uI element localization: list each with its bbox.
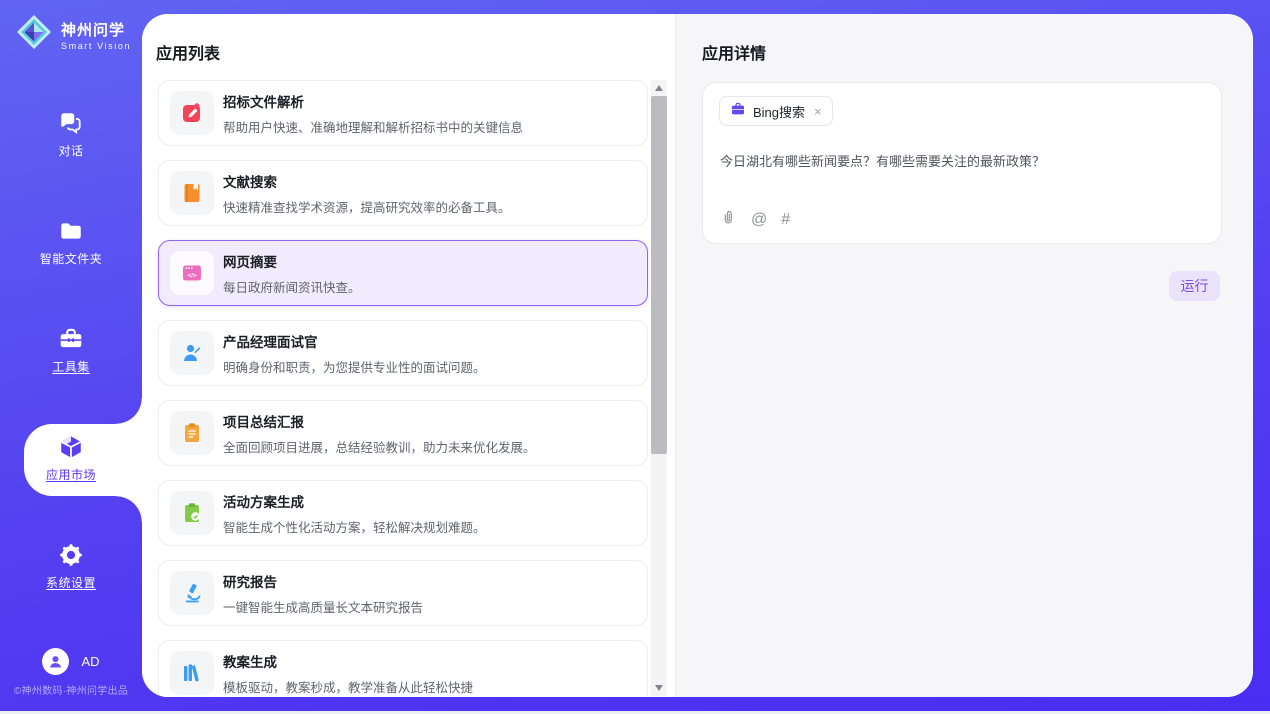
app-detail-title: 应用详情 <box>702 40 766 64</box>
app-card-title: 网页摘要 <box>223 251 361 271</box>
sidebar-item-settings[interactable]: 系统设置 <box>0 542 142 592</box>
scroll-up-icon[interactable] <box>655 85 663 91</box>
app-card-desc: 明确身份和职责，为您提供专业性的面试问题。 <box>223 357 486 376</box>
sidebar: 神州问学 Smart Vision 对话 <box>0 0 142 711</box>
sidebar-item-app-market[interactable]: 应用市场 <box>0 434 142 484</box>
app-list-panel: 应用列表 招标文件解析 帮 <box>142 14 675 697</box>
app-card-desc: 智能生成个性化活动方案，轻松解决规划难题。 <box>223 517 486 536</box>
app-card-event-plan[interactable]: 活动方案生成 智能生成个性化活动方案，轻松解决规划难题。 <box>158 480 648 546</box>
interviewer-icon <box>170 331 214 375</box>
brand-name: 神州问学 <box>61 19 131 40</box>
avatar <box>42 648 69 675</box>
run-button[interactable]: 运行 <box>1169 271 1220 301</box>
app-card-title: 产品经理面试官 <box>223 331 486 351</box>
app-card-title: 招标文件解析 <box>223 91 523 111</box>
prompt-card: Bing搜索 × 今日湖北有哪些新闻要点？有哪些需要关注的最新政策？ @ # <box>702 82 1222 244</box>
app-card-list: 招标文件解析 帮助用户快速、准确地理解和解析招标书中的关键信息 <box>158 80 648 697</box>
app-card-lesson-plan[interactable]: 教案生成 模板驱动，教案秒成，教学准备从此轻松快捷 <box>158 640 648 697</box>
svg-text:</>: </> <box>188 272 197 279</box>
hash-icon[interactable]: # <box>781 211 790 229</box>
app-card-literature-search[interactable]: 文献搜索 快速精准查找学术资源，提高研究效率的必备工具。 <box>158 160 648 226</box>
sidebar-item-label: 系统设置 <box>46 576 96 590</box>
app-card-desc: 帮助用户快速、准确地理解和解析招标书中的关键信息 <box>223 117 523 136</box>
clipboard-check-icon <box>170 491 214 535</box>
app-card-bid-parsing[interactable]: 招标文件解析 帮助用户快速、准确地理解和解析招标书中的关键信息 <box>158 80 648 146</box>
scroll-down-icon[interactable] <box>655 685 663 691</box>
sidebar-item-label: 对话 <box>58 144 83 158</box>
edit-document-icon <box>170 91 214 135</box>
sidebar-item-label: 智能文件夹 <box>40 252 103 266</box>
sidebar-item-label: 应用市场 <box>46 468 96 482</box>
paperclip-icon[interactable] <box>720 209 737 231</box>
brand-subtitle: Smart Vision <box>61 41 131 51</box>
sidebar-item-smart-folder[interactable]: 智能文件夹 <box>0 218 142 268</box>
tool-chip-bing-search[interactable]: Bing搜索 × <box>719 96 833 126</box>
browser-code-icon: </> <box>170 251 214 295</box>
app-card-desc: 快速精准查找学术资源，提高研究效率的必备工具。 <box>223 197 511 216</box>
briefcase-icon <box>730 101 746 122</box>
sidebar-item-chat[interactable]: 对话 <box>0 110 142 160</box>
app-card-title: 教案生成 <box>223 651 473 671</box>
scrollbar-thumb[interactable] <box>651 96 667 454</box>
app-card-project-summary[interactable]: 项目总结汇报 全面回顾项目进展，总结经验教训，助力未来优化发展。 <box>158 400 648 466</box>
brand-logo: 神州问学 Smart Vision <box>14 12 131 57</box>
app-card-research-report[interactable]: 研究报告 一键智能生成高质量长文本研究报告 <box>158 560 648 626</box>
sidebar-item-toolset[interactable]: 工具集 <box>0 326 142 376</box>
list-scrollbar[interactable] <box>651 80 667 696</box>
sidebar-item-label: 工具集 <box>52 360 90 374</box>
clipboard-icon <box>170 411 214 455</box>
composer-toolbar: @ # <box>720 209 790 231</box>
app-detail-panel: 应用详情 Bing搜索 × 今日湖北有哪些新闻要点？ <box>675 14 1253 697</box>
purple-frame: 神州问学 Smart Vision 对话 <box>0 0 1270 711</box>
book-icon <box>170 171 214 215</box>
app-card-title: 项目总结汇报 <box>223 411 536 431</box>
app-card-desc: 一键智能生成高质量长文本研究报告 <box>223 597 423 616</box>
mention-icon[interactable]: @ <box>751 211 767 229</box>
app-card-desc: 全面回顾项目进展，总结经验教训，助力未来优化发展。 <box>223 437 536 456</box>
gear-icon <box>58 542 84 568</box>
tool-chip-label: Bing搜索 <box>753 102 805 121</box>
diamond-logo-icon <box>14 12 54 57</box>
close-icon[interactable]: × <box>814 104 822 119</box>
app-list-title: 应用列表 <box>156 40 220 64</box>
books-icon <box>170 651 214 695</box>
chat-icon <box>58 110 84 136</box>
app-card-desc: 模板驱动，教案秒成，教学准备从此轻松快捷 <box>223 677 473 696</box>
user-initials: AD <box>81 654 99 669</box>
user-account[interactable]: AD <box>0 648 142 675</box>
app-card-title: 研究报告 <box>223 571 423 591</box>
app-card-title: 活动方案生成 <box>223 491 486 511</box>
microscope-icon <box>170 571 214 615</box>
query-input[interactable]: 今日湖北有哪些新闻要点？有哪些需要关注的最新政策？ <box>720 152 1200 171</box>
cube-icon <box>58 434 84 460</box>
toolbox-icon <box>58 326 84 352</box>
app-window: 神州问学 Smart Vision 对话 <box>0 0 1270 714</box>
folder-icon <box>58 218 84 244</box>
copyright-text: ©神州数码·神州问学出品 <box>0 682 142 697</box>
app-card-title: 文献搜索 <box>223 171 511 191</box>
app-card-web-summary[interactable]: </> 网页摘要 每日政府新闻资讯快查。 <box>158 240 648 306</box>
app-card-desc: 每日政府新闻资讯快查。 <box>223 277 361 296</box>
app-card-pm-interviewer[interactable]: 产品经理面试官 明确身份和职责，为您提供专业性的面试问题。 <box>158 320 648 386</box>
main-content: 应用列表 招标文件解析 帮 <box>142 14 1253 697</box>
